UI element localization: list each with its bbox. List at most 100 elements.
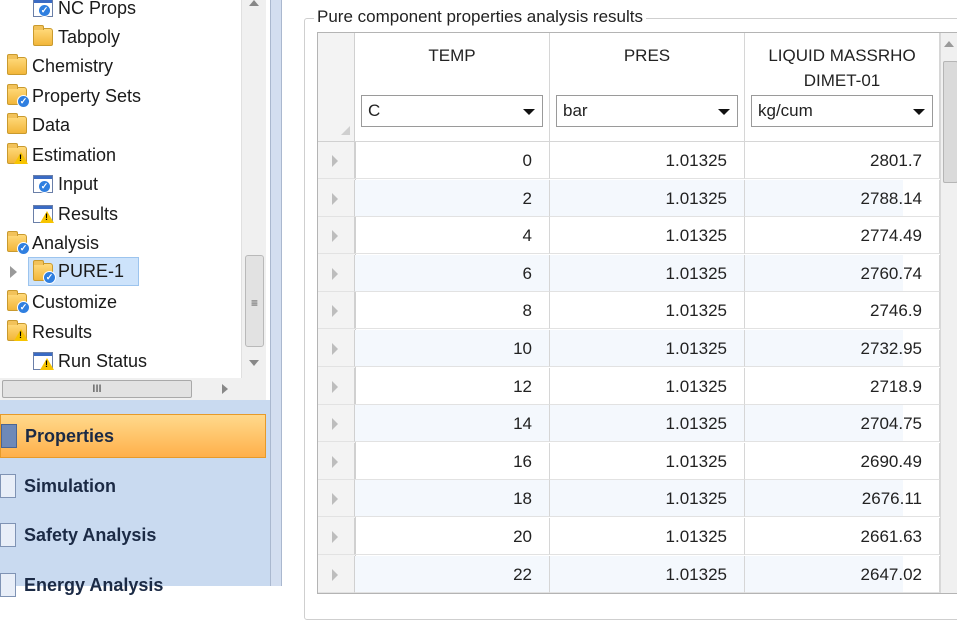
scroll-down-icon[interactable]	[249, 360, 259, 366]
table-cell[interactable]: 2676.11	[745, 480, 940, 518]
table-cell[interactable]: 1.01325	[550, 405, 745, 443]
scrollbar-thumb[interactable]: ≡	[245, 255, 264, 347]
table-cell[interactable]: 2647.02	[745, 555, 940, 593]
table-cell[interactable]: 6	[355, 254, 550, 292]
row-selector[interactable]	[318, 367, 355, 405]
grid-corner[interactable]	[318, 33, 355, 142]
row-selector[interactable]	[318, 292, 355, 330]
table-row[interactable]: 12 1.01325 2718.9	[318, 367, 940, 405]
tree-item-pure-1[interactable]: ✓ PURE-1	[28, 257, 140, 286]
table-row[interactable]: 8 1.01325 2746.9	[318, 292, 940, 330]
table-cell[interactable]: 20	[355, 518, 550, 555]
temp-unit-dropdown[interactable]: C	[361, 95, 543, 127]
row-pointer-icon	[332, 267, 338, 280]
scrollbar-thumb[interactable]	[943, 61, 957, 183]
table-cell[interactable]: 18	[355, 480, 550, 518]
tree-item-estimation-results[interactable]: ! Results	[33, 201, 118, 227]
table-cell[interactable]: 2788.14	[745, 179, 940, 217]
nav-safety-analysis-button[interactable]: Safety Analysis	[0, 513, 266, 557]
table-row[interactable]: 10 1.01325 2732.95	[318, 330, 940, 367]
table-cell[interactable]: 1.01325	[550, 330, 745, 367]
table-row[interactable]: 16 1.01325 2690.49	[318, 442, 940, 480]
table-cell[interactable]: 1.01325	[550, 254, 745, 292]
tree-item-estimation-input[interactable]: ✓ Input	[33, 171, 98, 197]
table-cell[interactable]: 1.01325	[550, 179, 745, 217]
table-cell[interactable]: 2774.49	[745, 217, 940, 255]
row-selector[interactable]	[318, 330, 355, 367]
tree-horizontal-scrollbar[interactable]: III	[0, 378, 266, 400]
table-cell[interactable]: 1.01325	[550, 555, 745, 593]
table-cell[interactable]: 1.01325	[550, 518, 745, 555]
table-cell[interactable]: 2690.49	[745, 442, 940, 480]
scroll-right-icon[interactable]	[222, 384, 228, 394]
column-header-pres: PRES bar	[550, 33, 745, 142]
tree-item-analysis[interactable]: ✓ Analysis	[7, 230, 99, 256]
tree-item-chemistry[interactable]: Chemistry	[7, 53, 113, 79]
table-cell[interactable]: 1.01325	[550, 367, 745, 405]
nav-simulation-button[interactable]: Simulation	[0, 464, 266, 508]
table-cell[interactable]: 1.01325	[550, 142, 745, 179]
table-cell[interactable]: 1.01325	[550, 217, 745, 255]
row-selector[interactable]	[318, 217, 355, 255]
row-selector[interactable]	[318, 254, 355, 292]
row-selector[interactable]	[318, 480, 355, 518]
table-cell[interactable]: 1.01325	[550, 292, 745, 330]
table-row[interactable]: 0 1.01325 2801.7	[318, 142, 940, 179]
table-row[interactable]: 18 1.01325 2676.11	[318, 480, 940, 518]
row-selector[interactable]	[318, 179, 355, 217]
row-selector[interactable]	[318, 518, 355, 555]
row-selector[interactable]	[318, 555, 355, 593]
tree-item-nc-props[interactable]: ✓ NC Props	[33, 0, 136, 21]
table-row[interactable]: 2 1.01325 2788.14	[318, 179, 940, 217]
table-cell[interactable]: 2801.7	[745, 142, 940, 179]
tree-item-estimation[interactable]: ! Estimation	[7, 142, 116, 168]
table-cell[interactable]: 22	[355, 555, 550, 593]
table-row[interactable]: 4 1.01325 2774.49	[318, 217, 940, 255]
row-selector[interactable]	[318, 442, 355, 480]
tree-item-tabpoly[interactable]: Tabpoly	[33, 24, 120, 50]
tree-item-customize[interactable]: ✓ Customize	[7, 289, 117, 315]
tree-item-data[interactable]: Data	[7, 112, 70, 138]
row-selector[interactable]	[318, 405, 355, 443]
tree-item-label: Results	[32, 321, 93, 342]
table-cell[interactable]: 4	[355, 217, 550, 255]
table-cell[interactable]: 10	[355, 330, 550, 367]
tree-item-label: Tabpoly	[58, 26, 121, 47]
tree-item-property-sets[interactable]: ✓ Property Sets	[7, 83, 141, 109]
table-cell[interactable]: 2704.75	[745, 405, 940, 443]
table-cell[interactable]: 2746.9	[745, 292, 940, 330]
table-row[interactable]: 14 1.01325 2704.75	[318, 405, 940, 443]
table-cell[interactable]: 2661.63	[745, 518, 940, 555]
unit-value: kg/cum	[758, 101, 813, 120]
row-selector[interactable]	[318, 142, 355, 179]
grid-vertical-scrollbar[interactable]	[940, 33, 957, 593]
table-cell[interactable]: 12	[355, 367, 550, 405]
table-cell[interactable]: 2732.95	[745, 330, 940, 367]
tree-item-run-status[interactable]: ! Run Status	[33, 348, 147, 374]
table-cell[interactable]: 8	[355, 292, 550, 330]
table-cell[interactable]: 0	[355, 142, 550, 179]
table-row[interactable]: 22 1.01325 2647.02	[318, 555, 940, 593]
nav-energy-analysis-button[interactable]: Energy Analysis	[0, 563, 266, 607]
pane-splitter[interactable]	[270, 0, 282, 586]
table-cell[interactable]: 1.01325	[550, 480, 745, 518]
table-cell[interactable]: 2718.9	[745, 367, 940, 405]
nav-properties-button[interactable]: Properties	[0, 414, 266, 458]
pres-unit-dropdown[interactable]: bar	[556, 95, 738, 127]
expand-arrow-icon[interactable]	[10, 266, 17, 278]
column-header-temp: TEMP C	[355, 33, 550, 142]
tree-vertical-scrollbar[interactable]: ≡	[241, 0, 266, 378]
table-row[interactable]: 20 1.01325 2661.63	[318, 518, 940, 555]
results-group-title: Pure component properties analysis resul…	[314, 7, 646, 27]
scroll-up-icon[interactable]	[944, 41, 954, 47]
table-row[interactable]: 6 1.01325 2760.74	[318, 254, 940, 292]
massrho-unit-dropdown[interactable]: kg/cum	[751, 95, 933, 127]
table-cell[interactable]: 1.01325	[550, 442, 745, 480]
scroll-up-icon[interactable]	[249, 0, 259, 6]
scrollbar-thumb[interactable]: III	[2, 380, 192, 398]
table-cell[interactable]: 2	[355, 179, 550, 217]
table-cell[interactable]: 14	[355, 405, 550, 443]
table-cell[interactable]: 16	[355, 442, 550, 480]
tree-item-results[interactable]: ! Results	[7, 319, 92, 345]
table-cell[interactable]: 2760.74	[745, 254, 940, 292]
